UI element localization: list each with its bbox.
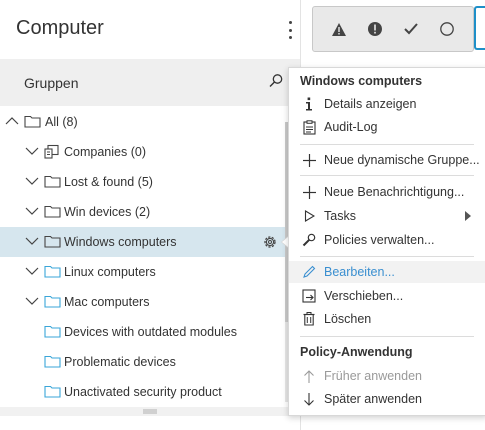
plus-icon (301, 152, 317, 168)
menu-item-tasks[interactable]: Tasks (289, 205, 485, 227)
clipboard-icon (301, 119, 317, 135)
folder-icon (44, 175, 61, 188)
policy-section-header: Policy-Anwendung (300, 345, 413, 359)
menu-item-apply-later[interactable]: Später anwenden (289, 388, 485, 410)
menu-item-new-dynamic-group[interactable]: Neue dynamische Gruppe... (289, 149, 485, 171)
menu-item-label: Löschen (324, 312, 372, 326)
exclamation-icon[interactable] (365, 19, 385, 39)
wrench-icon (301, 232, 317, 248)
circle-icon[interactable] (437, 19, 457, 39)
menu-item-label: Audit-Log (324, 120, 378, 134)
move-icon (301, 288, 317, 304)
arrow-down-icon (301, 391, 317, 407)
tree-item-all[interactable]: All (8) (0, 107, 288, 137)
chevron-down-icon[interactable] (25, 236, 39, 246)
tree-item-windows-computers[interactable]: Windows computers (0, 227, 288, 257)
menu-item-label: Neue Benachrichtigung... (324, 185, 465, 199)
menu-divider (300, 336, 474, 337)
menu-item-manage-policies[interactable]: Policies verwalten... (289, 229, 485, 251)
tree-item-linux-computers[interactable]: Linux computers (0, 257, 288, 287)
menu-item-label: Neue dynamische Gruppe... (324, 153, 480, 167)
chevron-down-icon[interactable] (25, 266, 39, 276)
folder-icon (24, 115, 41, 128)
check-icon[interactable] (401, 19, 421, 39)
menu-item-move[interactable]: Verschieben... (289, 285, 485, 307)
tree-item-label: Win devices (2) (64, 205, 151, 219)
folder-icon (44, 355, 61, 368)
menu-item-delete[interactable]: Löschen (289, 308, 485, 330)
folder-icon (44, 265, 61, 278)
chevron-down-icon[interactable] (25, 296, 39, 306)
more-options-icon[interactable] (283, 18, 297, 42)
tree-item-label: Problematic devices (64, 355, 176, 369)
folder-icon (44, 295, 61, 308)
gear-icon[interactable] (262, 234, 278, 250)
tree-item-label: Unactivated security product (64, 385, 222, 399)
menu-item-new-notification[interactable]: Neue Benachrichtigung... (289, 181, 485, 203)
chevron-down-icon[interactable] (25, 206, 39, 216)
menu-item-label: Policies verwalten... (324, 233, 435, 247)
folder-icon (44, 325, 61, 338)
menu-item-audit-log[interactable]: Audit-Log (289, 116, 485, 138)
tree-item-unactivated-product[interactable]: Unactivated security product (0, 377, 288, 407)
tree-item-win-devices[interactable]: Win devices (2) (0, 197, 288, 227)
menu-item-label: Später anwenden (324, 392, 422, 406)
menu-item-label: Bearbeiten... (324, 265, 395, 279)
page-title: Computer (16, 17, 104, 39)
warning-icon[interactable] (329, 19, 349, 39)
arrow-up-icon (301, 368, 317, 384)
groups-header: Gruppen (0, 59, 300, 106)
groups-label: Gruppen (24, 75, 79, 91)
menu-pointer (281, 236, 288, 248)
partial-button[interactable] (474, 6, 485, 50)
tree-item-problematic-devices[interactable]: Problematic devices (0, 347, 288, 377)
trash-icon (301, 311, 317, 327)
menu-item-label: Details anzeigen (324, 97, 417, 111)
submenu-arrow-icon (465, 211, 471, 221)
left-panel: Computer Gruppen All (8) Companies (0) L… (0, 0, 301, 430)
tree-item-label: Companies (0) (64, 145, 146, 159)
tree-item-outdated-modules[interactable]: Devices with outdated modules (0, 317, 288, 347)
chevron-down-icon[interactable] (25, 176, 39, 186)
tree-item-label: Lost & found (5) (64, 175, 153, 189)
menu-item-details[interactable]: Details anzeigen (289, 93, 485, 115)
tree-item-lost-found[interactable]: Lost & found (5) (0, 167, 288, 197)
menu-divider (300, 144, 474, 145)
tree-item-label: All (8) (45, 115, 78, 129)
folder-icon (44, 205, 61, 218)
companies-icon (44, 144, 59, 159)
search-icon[interactable] (268, 73, 284, 89)
menu-divider (300, 256, 474, 257)
menu-header: Windows computers (300, 74, 423, 88)
menu-item-label: Verschieben... (324, 289, 404, 303)
folder-icon (44, 385, 61, 398)
tree-item-label: Devices with outdated modules (64, 325, 238, 339)
menu-item-label: Früher anwenden (324, 369, 422, 383)
chevron-down-icon[interactable] (25, 146, 39, 156)
chevron-up-icon[interactable] (5, 116, 19, 126)
folder-icon (44, 235, 61, 248)
info-icon (301, 96, 317, 112)
tree-item-companies[interactable]: Companies (0) (0, 137, 288, 167)
tree-item-label: Windows computers (64, 235, 177, 249)
horizontal-scrollbar[interactable] (0, 407, 300, 416)
status-filter-toolbar (312, 6, 474, 52)
tree-item-label: Linux computers (64, 265, 156, 279)
menu-item-edit[interactable]: Bearbeiten... (289, 261, 485, 283)
menu-item-apply-earlier[interactable]: Früher anwenden (289, 365, 485, 387)
pencil-icon (301, 264, 317, 280)
play-icon (301, 208, 317, 224)
context-menu: Windows computers Details anzeigen Audit… (288, 67, 485, 416)
plus-icon (301, 184, 317, 200)
tree-item-mac-computers[interactable]: Mac computers (0, 287, 288, 317)
tree-item-label: Mac computers (64, 295, 150, 309)
menu-divider (300, 175, 474, 176)
menu-item-label: Tasks (324, 209, 356, 223)
